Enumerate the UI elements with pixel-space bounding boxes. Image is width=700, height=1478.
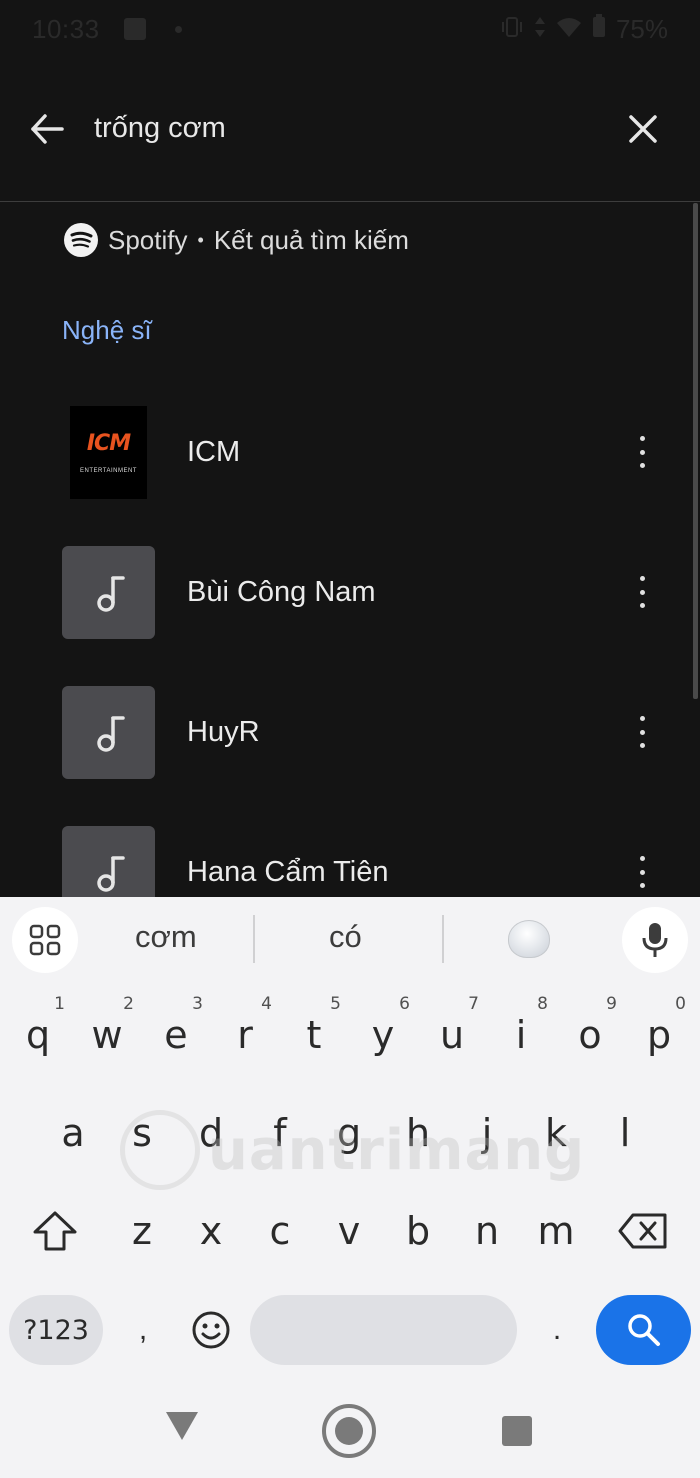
key-row-2: a s d f g h j k l xyxy=(0,1090,700,1186)
voice-input-button[interactable] xyxy=(622,907,688,973)
data-arrows-icon xyxy=(534,14,546,45)
key-l[interactable]: l xyxy=(592,1090,658,1176)
smiley-icon xyxy=(192,1311,230,1349)
shift-key[interactable] xyxy=(10,1188,100,1274)
keyboard-menu-button[interactable] xyxy=(12,907,78,973)
key-s[interactable]: s xyxy=(109,1090,175,1176)
wifi-icon xyxy=(556,14,582,45)
source-name: Spotify xyxy=(108,224,188,255)
key-w[interactable]: w2 xyxy=(74,992,140,1078)
vibrate-icon xyxy=(500,14,524,45)
microphone-icon xyxy=(642,923,668,957)
artist-row[interactable]: HuyR xyxy=(0,664,700,804)
icm-logo: ICM ENTERTAINMENT xyxy=(70,406,147,499)
music-note-icon xyxy=(62,546,155,639)
key-h[interactable]: h xyxy=(385,1090,451,1176)
key-x[interactable]: x xyxy=(178,1188,244,1274)
artist-name: ICM xyxy=(187,436,241,468)
period-key[interactable]: . xyxy=(532,1295,582,1365)
key-row-1: q1 w2 e3 r4 t5 y6 u7 i8 o9 p0 xyxy=(0,992,700,1088)
grid-icon xyxy=(29,924,61,956)
status-icons: 75% xyxy=(500,14,668,45)
more-options-icon[interactable] xyxy=(636,850,648,894)
icm-logo-text: ICM xyxy=(86,431,131,456)
more-options-icon[interactable] xyxy=(636,430,648,474)
suggestion-divider xyxy=(442,915,444,963)
more-options-icon[interactable] xyxy=(636,570,648,614)
music-note-icon xyxy=(62,686,155,779)
backspace-key[interactable] xyxy=(598,1188,688,1274)
key-a[interactable]: a xyxy=(40,1090,106,1176)
key-c[interactable]: c xyxy=(247,1188,313,1274)
more-options-icon[interactable] xyxy=(636,710,648,754)
spotify-icon xyxy=(64,223,98,257)
source-subtitle: Kết quả tìm kiếm xyxy=(213,224,409,255)
key-u[interactable]: u7 xyxy=(419,992,485,1078)
nav-back-icon[interactable] xyxy=(166,1412,198,1440)
artist-name: Bùi Công Nam xyxy=(187,576,376,608)
key-v[interactable]: v xyxy=(316,1188,382,1274)
search-input[interactable]: trống cơm xyxy=(94,112,226,145)
search-results[interactable]: Spotify • Kết quả tìm kiếm Nghệ sĩ ICM E… xyxy=(0,203,700,897)
search-header: trống cơm xyxy=(0,62,700,202)
emoji-key[interactable] xyxy=(180,1295,242,1365)
artist-row[interactable]: Hana Cẩm Tiên xyxy=(0,804,700,897)
suggestion-item[interactable]: cơm xyxy=(135,919,197,955)
key-g[interactable]: g xyxy=(316,1090,382,1176)
nav-home-icon[interactable] xyxy=(322,1404,376,1458)
rice-bowl-emoji-icon[interactable] xyxy=(508,920,550,958)
key-b[interactable]: b xyxy=(385,1188,451,1274)
clear-search-button[interactable] xyxy=(620,106,666,152)
key-k[interactable]: k xyxy=(523,1090,589,1176)
music-note-icon xyxy=(62,826,155,897)
key-z[interactable]: z xyxy=(109,1188,175,1274)
notification-dot-icon xyxy=(175,26,182,33)
navigation-bar xyxy=(0,1380,700,1478)
key-m[interactable]: m xyxy=(523,1188,589,1274)
key-f[interactable]: f xyxy=(247,1090,313,1176)
search-action-key[interactable] xyxy=(596,1295,691,1365)
backspace-icon xyxy=(618,1213,667,1249)
source-separator: • xyxy=(197,229,204,250)
battery-percent: 75% xyxy=(615,14,668,44)
key-d[interactable]: d xyxy=(178,1090,244,1176)
key-row-4: ?123 , . xyxy=(0,1287,700,1383)
space-key[interactable] xyxy=(250,1295,517,1365)
symbols-key[interactable]: ?123 xyxy=(9,1295,103,1365)
key-row-3: z x c v b n m xyxy=(0,1188,700,1284)
battery-icon xyxy=(592,14,606,45)
comma-key[interactable]: , xyxy=(118,1295,168,1365)
arrow-left-icon xyxy=(31,114,64,144)
search-icon xyxy=(627,1314,660,1346)
shift-arrow-icon xyxy=(33,1211,77,1251)
keyboard: cơm có q1 w2 e3 r4 t5 y6 u7 i8 o9 p0 a s… xyxy=(0,897,700,1380)
artist-row[interactable]: Bùi Công Nam xyxy=(0,524,700,664)
result-source: Spotify • Kết quả tìm kiếm xyxy=(64,223,409,257)
key-o[interactable]: o9 xyxy=(557,992,623,1078)
section-title-artists: Nghệ sĩ xyxy=(62,315,152,345)
artist-name: Hana Cẩm Tiên xyxy=(187,856,389,888)
key-i[interactable]: i8 xyxy=(488,992,554,1078)
nav-recents-icon[interactable] xyxy=(502,1416,532,1446)
key-q[interactable]: q1 xyxy=(5,992,71,1078)
artist-name: HuyR xyxy=(187,716,260,748)
image-notification-icon xyxy=(124,18,146,40)
key-p[interactable]: p0 xyxy=(626,992,692,1078)
key-t[interactable]: t5 xyxy=(281,992,347,1078)
artist-row[interactable]: ICM ENTERTAINMENT ICM xyxy=(0,384,700,524)
key-y[interactable]: y6 xyxy=(350,992,416,1078)
status-bar: 10:33 75% xyxy=(0,0,700,62)
key-e[interactable]: e3 xyxy=(143,992,209,1078)
key-j[interactable]: j xyxy=(454,1090,520,1176)
key-n[interactable]: n xyxy=(454,1188,520,1274)
status-time: 10:33 xyxy=(32,14,100,44)
suggestion-divider xyxy=(253,915,255,963)
suggestion-strip: cơm có xyxy=(0,897,700,982)
back-button[interactable] xyxy=(24,106,70,152)
key-r[interactable]: r4 xyxy=(212,992,278,1078)
icm-logo-subtext: ENTERTAINMENT xyxy=(80,468,137,474)
suggestion-item[interactable]: có xyxy=(329,919,362,955)
close-icon xyxy=(629,115,657,143)
